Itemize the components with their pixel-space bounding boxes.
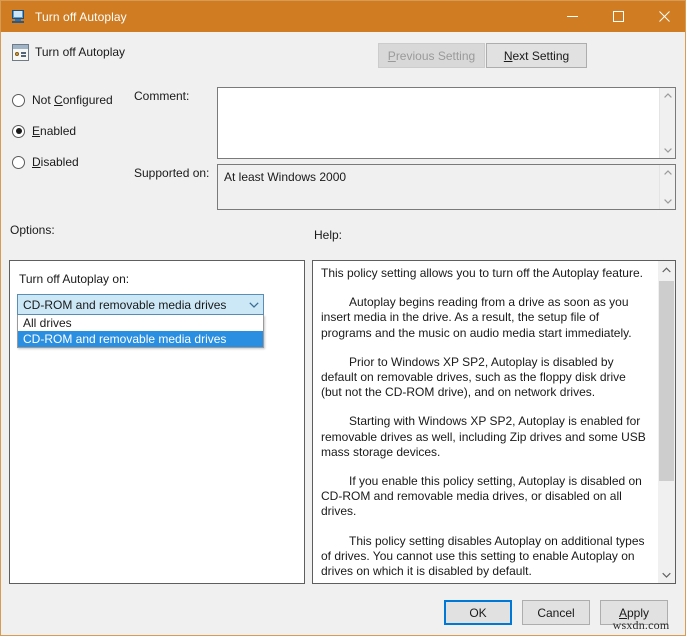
chevron-down-icon[interactable] (244, 295, 263, 314)
help-scrollbar[interactable] (658, 261, 675, 583)
scroll-up-icon[interactable] (658, 261, 675, 278)
dialog-header: Turn off Autoplay Previous Setting Next … (1, 32, 685, 80)
policy-setting-dialog: Turn off Autoplay Turn off Autoplay Prev… (0, 0, 686, 636)
title-bar[interactable]: Turn off Autoplay (1, 1, 685, 32)
ok-button[interactable]: OK (444, 600, 512, 625)
comment-input[interactable] (217, 87, 676, 159)
help-paragraph: This policy setting disables Autoplay on… (321, 533, 645, 579)
radio-mark-enabled (12, 124, 25, 138)
policy-name-label: Turn off Autoplay (35, 45, 126, 59)
help-paragraph: If you enable this policy setting, Autop… (321, 474, 642, 519)
scrollbar-thumb[interactable] (659, 281, 674, 481)
radio-label-not-configured: Not Configured (32, 93, 113, 107)
minimize-icon[interactable] (549, 1, 595, 32)
turn-off-autoplay-on-combobox[interactable]: CD-ROM and removable media drives (17, 294, 264, 315)
supported-on-value: At least Windows 2000 (224, 170, 347, 184)
radio-label-disabled: Disabled (32, 155, 79, 169)
policy-setting-icon (12, 44, 29, 61)
scroll-down-icon[interactable] (660, 194, 675, 209)
previous-setting-button[interactable]: Previous Setting (378, 43, 485, 68)
scroll-up-icon[interactable] (660, 88, 675, 103)
help-paragraph: This policy setting allows you to turn o… (321, 266, 643, 280)
supported-on-field: At least Windows 2000 (217, 164, 676, 210)
next-setting-button[interactable]: Next Setting (486, 43, 587, 68)
help-text-content: This policy setting allows you to turn o… (321, 266, 647, 593)
previous-setting-label-rest: revious Setting (395, 48, 476, 63)
help-paragraph: Autoplay begins reading from a drive as … (321, 295, 632, 340)
scroll-up-icon[interactable] (660, 165, 675, 180)
radio-disabled[interactable]: Disabled (12, 151, 142, 173)
combobox-dropdown-list[interactable]: All drives CD-ROM and removable media dr… (17, 315, 264, 348)
radio-enabled[interactable]: Enabled (12, 120, 142, 142)
window-controls (549, 1, 685, 32)
policy-monitor-icon (10, 9, 26, 25)
combobox-selected-value: CD-ROM and removable media drives (23, 297, 227, 312)
scroll-down-icon[interactable] (658, 566, 675, 583)
policy-state-radio-group: Not Configured Enabled Disabled (12, 89, 142, 182)
scroll-down-icon[interactable] (660, 143, 675, 158)
options-section-label: Options: (10, 223, 55, 237)
combobox-option-cdrom-removable[interactable]: CD-ROM and removable media drives (18, 331, 263, 347)
radio-mark-not-configured (12, 93, 25, 107)
help-paragraph: Starting with Windows XP SP2, Autoplay i… (321, 414, 646, 459)
comment-label: Comment: (134, 89, 190, 103)
turn-off-autoplay-on-label: Turn off Autoplay on: (19, 272, 130, 286)
help-paragraph: Prior to Windows XP SP2, Autoplay is dis… (321, 354, 626, 400)
maximize-icon[interactable] (595, 1, 641, 32)
options-panel: Turn off Autoplay on: CD-ROM and removab… (9, 260, 305, 584)
next-setting-label-rest: ext Setting (512, 48, 570, 63)
cancel-button[interactable]: Cancel (522, 600, 590, 625)
supported-on-label: Supported on: (134, 166, 210, 180)
close-icon[interactable] (641, 1, 685, 32)
comment-scrollbar[interactable] (659, 88, 675, 158)
radio-label-enabled: Enabled (32, 124, 77, 138)
radio-not-configured[interactable]: Not Configured (12, 89, 142, 111)
watermark-text: wsxdn.com (612, 618, 670, 632)
window-title: Turn off Autoplay (35, 9, 127, 24)
help-panel: This policy setting allows you to turn o… (312, 260, 676, 584)
supported-on-scrollbar[interactable] (659, 165, 675, 209)
combobox-option-all-drives[interactable]: All drives (18, 315, 263, 331)
radio-mark-disabled (12, 155, 25, 169)
help-section-label: Help: (314, 228, 343, 242)
